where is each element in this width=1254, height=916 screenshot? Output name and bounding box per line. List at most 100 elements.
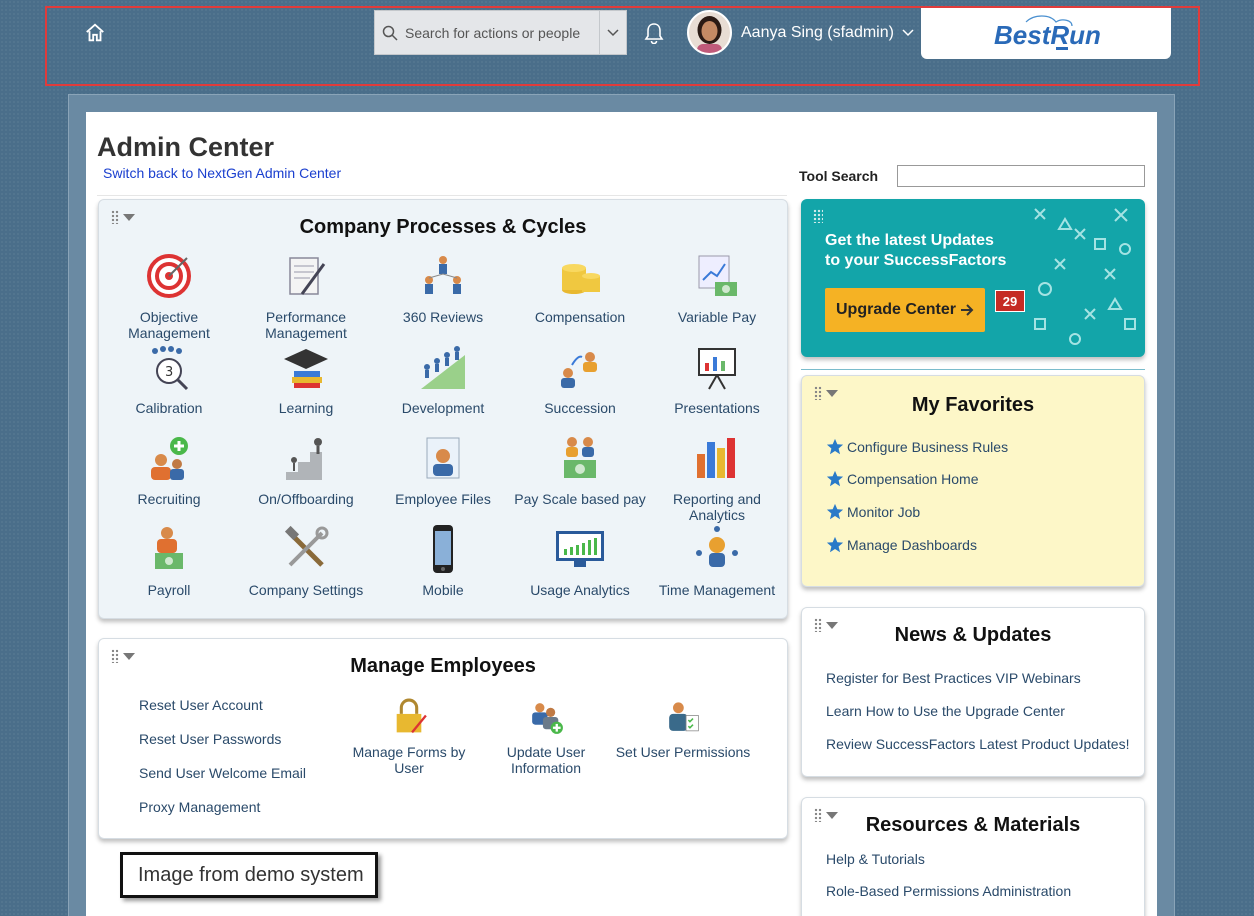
user-checklist-icon: [669, 702, 699, 732]
news-link[interactable]: Register for Best Practices VIP Webinars: [826, 670, 1081, 686]
pattern-decoration: [1034, 208, 1136, 345]
growth-people-icon: [421, 346, 465, 389]
tile-presentations[interactable]: Presentations: [648, 341, 786, 416]
tile-employee-files[interactable]: Employee Files: [374, 432, 512, 507]
bell-icon[interactable]: [644, 22, 664, 44]
reset-user-passwords-link[interactable]: Reset User Passwords: [139, 731, 281, 747]
tile-usage-analytics[interactable]: Usage Analytics: [511, 523, 649, 598]
panel-title: News & Updates: [894, 624, 1052, 646]
panel-title: Resources & Materials: [865, 814, 1081, 836]
tile-compensation[interactable]: Compensation: [511, 250, 649, 325]
chevron-down-icon: [902, 29, 914, 37]
panel-title: My Favorites: [911, 394, 1035, 416]
resources-materials-panel: Resources & Materials Help & Tutorials R…: [801, 797, 1145, 916]
tile-mobile[interactable]: Mobile: [374, 523, 512, 598]
news-link[interactable]: Review SuccessFactors Latest Product Upd…: [826, 736, 1129, 752]
user-menu[interactable]: Aanya Sing (sfadmin): [741, 24, 914, 42]
tile-reporting-analytics[interactable]: Reporting and Analytics: [648, 432, 786, 523]
star-icon: [826, 438, 844, 455]
news-link[interactable]: Learn How to Use the Upgrade Center: [826, 703, 1065, 719]
target-icon: [147, 254, 191, 298]
tile-recruiting[interactable]: Recruiting: [100, 432, 238, 507]
star-icon: [826, 536, 844, 553]
demo-system-caption: Image from demo system: [120, 852, 378, 898]
tile-objective-management[interactable]: Objective Management: [100, 250, 238, 341]
tile-update-user-information[interactable]: Update User Information: [477, 697, 615, 776]
tile-company-settings[interactable]: Company Settings: [237, 523, 375, 598]
favorite-item[interactable]: Manage Dashboards: [826, 536, 977, 554]
company-logo: BestRun: [921, 8, 1171, 59]
home-icon[interactable]: [84, 22, 106, 44]
favorite-item[interactable]: Monitor Job: [826, 503, 920, 521]
chart-money-icon: [698, 255, 737, 296]
switch-nextgen-link[interactable]: Switch back to NextGen Admin Center: [103, 165, 341, 181]
tile-learning[interactable]: Learning: [237, 341, 375, 416]
tile-pay-scale[interactable]: Pay Scale based pay: [511, 432, 649, 507]
payroll-icon: [155, 527, 183, 569]
tools-icon: [284, 525, 329, 567]
clock-people-icon: [696, 526, 738, 567]
people-network-icon: [425, 256, 461, 294]
resource-link[interactable]: Help & Tutorials: [826, 851, 925, 867]
reset-user-account-link[interactable]: Reset User Account: [139, 697, 263, 713]
document-pen-icon: [289, 257, 326, 295]
company-processes-panel: Company Processes & Cycles Objective Man…: [98, 199, 788, 619]
recruiting-icon: [151, 437, 188, 480]
my-favorites-panel: My Favorites Configure Business Rules Co…: [801, 375, 1145, 587]
bar-chart-icon: [697, 438, 735, 478]
panel-title: Manage Employees: [350, 655, 536, 677]
upgrade-count-badge: 29: [995, 290, 1025, 312]
resource-link[interactable]: Role-Based Permissions Administration: [826, 883, 1071, 899]
page-title: Admin Center: [97, 132, 275, 162]
manage-employees-panel: Manage Employees Reset User Account Rese…: [98, 638, 788, 839]
coins-icon: [562, 264, 600, 294]
panel-title: Company Processes & Cycles: [299, 216, 587, 238]
news-updates-panel: News & Updates Register for Best Practic…: [801, 607, 1145, 777]
tile-performance-management[interactable]: Performance Management: [237, 250, 375, 341]
stairs-icon: [286, 438, 322, 480]
tile-360-reviews[interactable]: 360 Reviews: [374, 250, 512, 325]
tool-search-input[interactable]: [897, 165, 1145, 187]
graduation-cap-icon: [284, 349, 328, 388]
tile-payroll[interactable]: Payroll: [100, 523, 238, 598]
tile-onoffboarding[interactable]: On/Offboarding: [237, 432, 375, 507]
avatar[interactable]: [687, 10, 732, 55]
upgrade-message: Get the latest Updates to your SuccessFa…: [825, 232, 1007, 269]
tile-succession[interactable]: Succession: [511, 341, 649, 416]
send-welcome-email-link[interactable]: Send User Welcome Email: [139, 765, 306, 781]
upgrade-center-button[interactable]: Upgrade Center: [825, 288, 985, 332]
presentation-board-icon: [698, 348, 736, 390]
star-icon: [826, 470, 844, 487]
mobile-phone-icon: [433, 525, 453, 573]
tile-time-management[interactable]: Time Management: [648, 523, 786, 598]
calibration-icon: 3: [152, 346, 189, 391]
favorite-item[interactable]: Compensation Home: [826, 470, 979, 488]
divider: [801, 369, 1145, 370]
global-search[interactable]: Search for actions or people: [374, 10, 627, 55]
search-icon: [375, 25, 405, 41]
employee-file-icon: [426, 437, 460, 479]
proxy-management-link[interactable]: Proxy Management: [139, 799, 260, 815]
star-icon: [826, 503, 844, 520]
tile-variable-pay[interactable]: Variable Pay: [648, 250, 786, 325]
tile-development[interactable]: Development: [374, 341, 512, 416]
lock-pen-icon: [396, 698, 427, 734]
favorite-item[interactable]: Configure Business Rules: [826, 438, 1008, 456]
svg-text:3: 3: [165, 365, 173, 380]
tile-calibration[interactable]: 3 Calibration: [100, 341, 238, 416]
chevron-down-icon[interactable]: [599, 11, 626, 54]
tile-manage-forms-by-user[interactable]: Manage Forms by User: [340, 697, 478, 776]
tool-search-label: Tool Search: [799, 168, 879, 184]
tile-set-user-permissions[interactable]: Set User Permissions: [614, 697, 752, 760]
arrow-right-icon: [961, 304, 974, 316]
search-input[interactable]: Search for actions or people: [405, 25, 599, 41]
divider: [97, 195, 787, 196]
payscale-icon: [564, 437, 596, 478]
add-user-icon: [532, 703, 563, 734]
monitor-chart-icon: [556, 531, 604, 567]
bestrun-logo: BestRun: [994, 14, 1101, 50]
user-name: Aanya Sing (sfadmin): [741, 24, 894, 41]
succession-icon: [561, 352, 597, 388]
upgrade-center-panel: Get the latest Updates to your SuccessFa…: [801, 199, 1145, 357]
panel-grip[interactable]: [813, 209, 823, 223]
